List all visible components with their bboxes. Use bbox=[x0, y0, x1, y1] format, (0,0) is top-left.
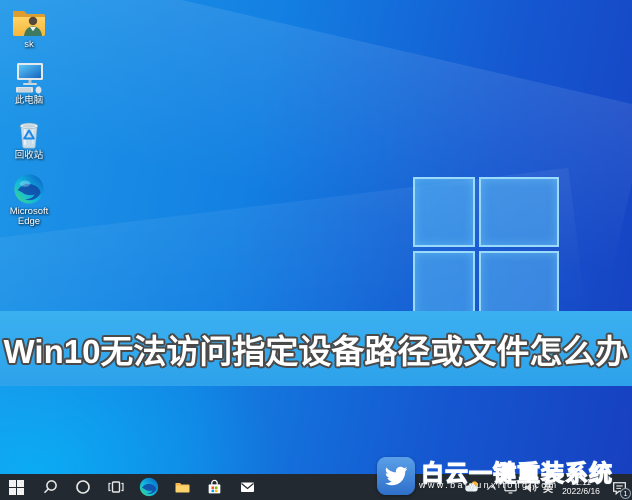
store-button[interactable] bbox=[198, 474, 231, 500]
windows-logo-wallpaper bbox=[413, 177, 559, 323]
desktop-icon-microsoft-edge[interactable]: Microsoft Edge bbox=[0, 173, 58, 228]
cortana-icon bbox=[75, 479, 91, 495]
desktop-icon-column: sk 此电脑 bbox=[0, 6, 58, 239]
desktop-icon-label: Microsoft Edge bbox=[0, 207, 58, 228]
headline-banner: Win10无法访问指定设备路径或文件怎么办 bbox=[0, 311, 632, 386]
windows-logo-pane bbox=[479, 177, 559, 247]
watermark-url: www.baiyunxitong.com bbox=[419, 480, 559, 490]
desktop-icon-label: 回收站 bbox=[15, 151, 44, 162]
desktop-icon-label: 此电脑 bbox=[15, 96, 44, 107]
cortana-button[interactable] bbox=[66, 474, 99, 500]
file-explorer-button[interactable] bbox=[165, 474, 198, 500]
microsoft-store-icon bbox=[206, 479, 223, 496]
clock-date: 2022/6/16 bbox=[562, 487, 600, 497]
banner-title: Win10无法访问指定设备路径或文件怎么办 bbox=[4, 325, 629, 373]
desktop-icon-user-folder[interactable]: sk bbox=[0, 6, 58, 51]
search-icon bbox=[42, 479, 58, 495]
edge-icon bbox=[139, 477, 159, 497]
mail-icon bbox=[239, 479, 256, 495]
watermark-logo-box bbox=[377, 457, 415, 495]
task-view-icon bbox=[108, 479, 124, 495]
desktop-icon-label: sk bbox=[24, 40, 34, 51]
this-pc-icon bbox=[11, 62, 47, 94]
recycle-bin-icon bbox=[11, 117, 47, 149]
task-view-button[interactable] bbox=[99, 474, 132, 500]
user-folder-icon bbox=[11, 6, 47, 38]
notification-badge: 1 bbox=[620, 488, 631, 499]
windows-start-icon bbox=[9, 480, 24, 495]
desktop-icon-this-pc[interactable]: 此电脑 bbox=[0, 62, 58, 107]
file-explorer-icon bbox=[173, 479, 191, 495]
windows-desktop: sk 此电脑 bbox=[0, 0, 632, 500]
windows-logo-pane bbox=[413, 177, 475, 247]
twitter-bird-icon bbox=[384, 464, 408, 488]
taskbar-buttons bbox=[0, 474, 264, 500]
search-button[interactable] bbox=[33, 474, 66, 500]
start-button[interactable] bbox=[0, 474, 33, 500]
desktop-icon-recycle-bin[interactable]: 回收站 bbox=[0, 117, 58, 162]
edge-icon bbox=[13, 173, 45, 205]
mail-button[interactable] bbox=[231, 474, 264, 500]
edge-taskbar-button[interactable] bbox=[132, 474, 165, 500]
